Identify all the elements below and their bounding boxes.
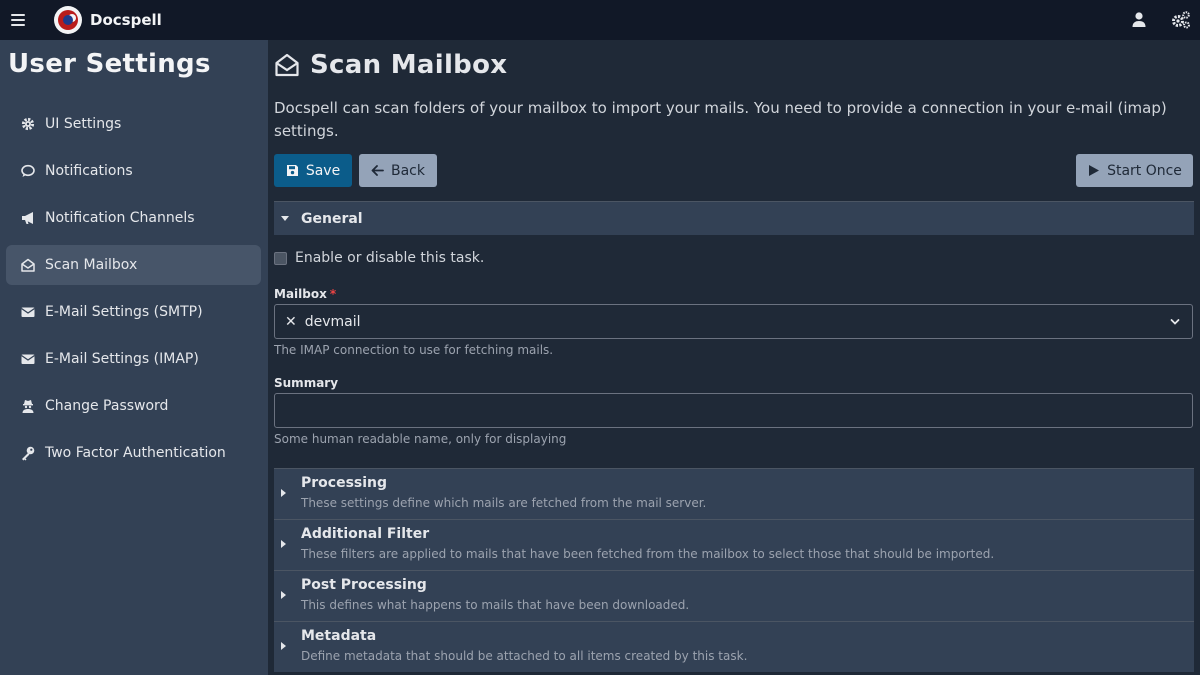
- caret-right-icon: [281, 489, 286, 497]
- sidebar-item-ui-settings[interactable]: UI Settings: [6, 104, 261, 144]
- sidebar: User Settings UI Settings Notifications …: [0, 40, 268, 675]
- summary-help-text: Some human readable name, only for displ…: [274, 432, 567, 446]
- mailbox-select[interactable]: ✕ devmail: [274, 304, 1193, 339]
- mailbox-help-text: The IMAP connection to use for fetching …: [274, 343, 554, 357]
- play-icon: [1089, 165, 1100, 176]
- back-button[interactable]: Back: [359, 154, 437, 187]
- mailbox-selected-value: devmail: [304, 313, 361, 330]
- sidebar-item-label: Scan Mailbox: [45, 257, 138, 273]
- required-marker: *: [329, 287, 337, 301]
- sidebar-item-label: E-Mail Settings (IMAP): [45, 351, 199, 367]
- enable-task-row: Enable or disable this task.: [274, 250, 484, 266]
- sidebar-item-two-factor[interactable]: Two Factor Authentication: [6, 433, 261, 473]
- sidebar-item-label: Notifications: [45, 163, 133, 179]
- save-button[interactable]: Save: [274, 154, 352, 187]
- enable-task-label[interactable]: Enable or disable this task.: [295, 250, 484, 266]
- enable-task-checkbox[interactable]: [274, 251, 287, 265]
- sidebar-item-label: UI Settings: [45, 116, 122, 132]
- brand-name[interactable]: Docspell: [90, 11, 162, 29]
- sidebar-item-change-password[interactable]: Change Password: [6, 386, 261, 426]
- clear-selection-icon[interactable]: ✕: [285, 314, 297, 330]
- envelope-open-icon: [21, 258, 35, 272]
- page-description: Docspell can scan folders of your mailbo…: [274, 99, 1167, 140]
- save-button-label: Save: [305, 162, 341, 179]
- sidebar-item-notifications[interactable]: Notifications: [6, 151, 261, 191]
- sidebar-item-email-imap[interactable]: E-Mail Settings (IMAP): [6, 339, 261, 379]
- sidebar-item-label: E-Mail Settings (SMTP): [45, 304, 203, 320]
- sidebar-item-label: Two Factor Authentication: [45, 445, 226, 461]
- caret-right-icon: [281, 591, 286, 599]
- post-processing-section[interactable]: Post Processing This defines what happen…: [274, 570, 1194, 621]
- start-once-button-label: Start Once: [1107, 162, 1182, 179]
- page-title: Scan Mailbox: [310, 50, 508, 80]
- summary-field-label: Summary: [274, 376, 339, 390]
- section-title: Processing: [301, 475, 388, 491]
- back-button-label: Back: [391, 162, 425, 179]
- section-title: Metadata: [301, 628, 377, 644]
- sidebar-item-label: Notification Channels: [45, 210, 195, 226]
- caret-right-icon: [281, 540, 286, 548]
- menu-icon[interactable]: [10, 12, 26, 28]
- sidebar-item-scan-mailbox[interactable]: Scan Mailbox: [6, 245, 261, 285]
- cogs-icon[interactable]: [1171, 10, 1191, 30]
- caret-down-icon: [281, 216, 289, 221]
- arrow-left-icon: [371, 165, 384, 176]
- page-header: Scan Mailbox: [274, 50, 507, 80]
- envelope-open-icon: [275, 53, 299, 77]
- additional-filter-section[interactable]: Additional Filter These filters are appl…: [274, 519, 1194, 570]
- metadata-section[interactable]: Metadata Define metadata that should be …: [274, 621, 1194, 672]
- mailbox-label-text: Mailbox: [274, 287, 327, 301]
- sidebar-item-label: Change Password: [45, 398, 169, 414]
- section-subtitle: These filters are applied to mails that …: [301, 547, 995, 561]
- section-title: Additional Filter: [301, 526, 430, 542]
- docspell-logo-icon[interactable]: [54, 6, 82, 34]
- save-icon: [286, 165, 298, 176]
- key-icon: [22, 446, 35, 461]
- sidebar-item-email-smtp[interactable]: E-Mail Settings (SMTP): [6, 292, 261, 332]
- section-subtitle: Define metadata that should be attached …: [301, 649, 748, 663]
- section-subtitle: These settings define which mails are fe…: [301, 496, 707, 510]
- main-content: Scan Mailbox Docspell can scan folders o…: [268, 40, 1200, 675]
- section-subtitle: This defines what happens to mails that …: [301, 598, 690, 612]
- general-section-title: General: [301, 210, 363, 227]
- top-bar: Docspell: [0, 0, 1200, 40]
- chevron-down-icon[interactable]: [1170, 317, 1180, 327]
- gear-icon: [21, 117, 35, 131]
- start-once-button[interactable]: Start Once: [1076, 154, 1193, 187]
- envelope-icon: [21, 307, 35, 317]
- section-title: Post Processing: [301, 577, 427, 593]
- sidebar-title: User Settings: [8, 49, 211, 79]
- user-icon[interactable]: [1129, 10, 1149, 30]
- mailbox-field-label: Mailbox *: [274, 287, 336, 301]
- bullhorn-icon: [22, 212, 33, 224]
- sidebar-item-notification-channels[interactable]: Notification Channels: [6, 198, 261, 238]
- envelope-icon: [21, 354, 35, 364]
- user-secret-icon: [22, 400, 34, 413]
- caret-right-icon: [281, 642, 286, 650]
- comment-icon: [21, 164, 35, 177]
- summary-input[interactable]: [274, 393, 1193, 428]
- general-section-header[interactable]: General: [274, 201, 1194, 235]
- processing-section[interactable]: Processing These settings define which m…: [274, 468, 1194, 519]
